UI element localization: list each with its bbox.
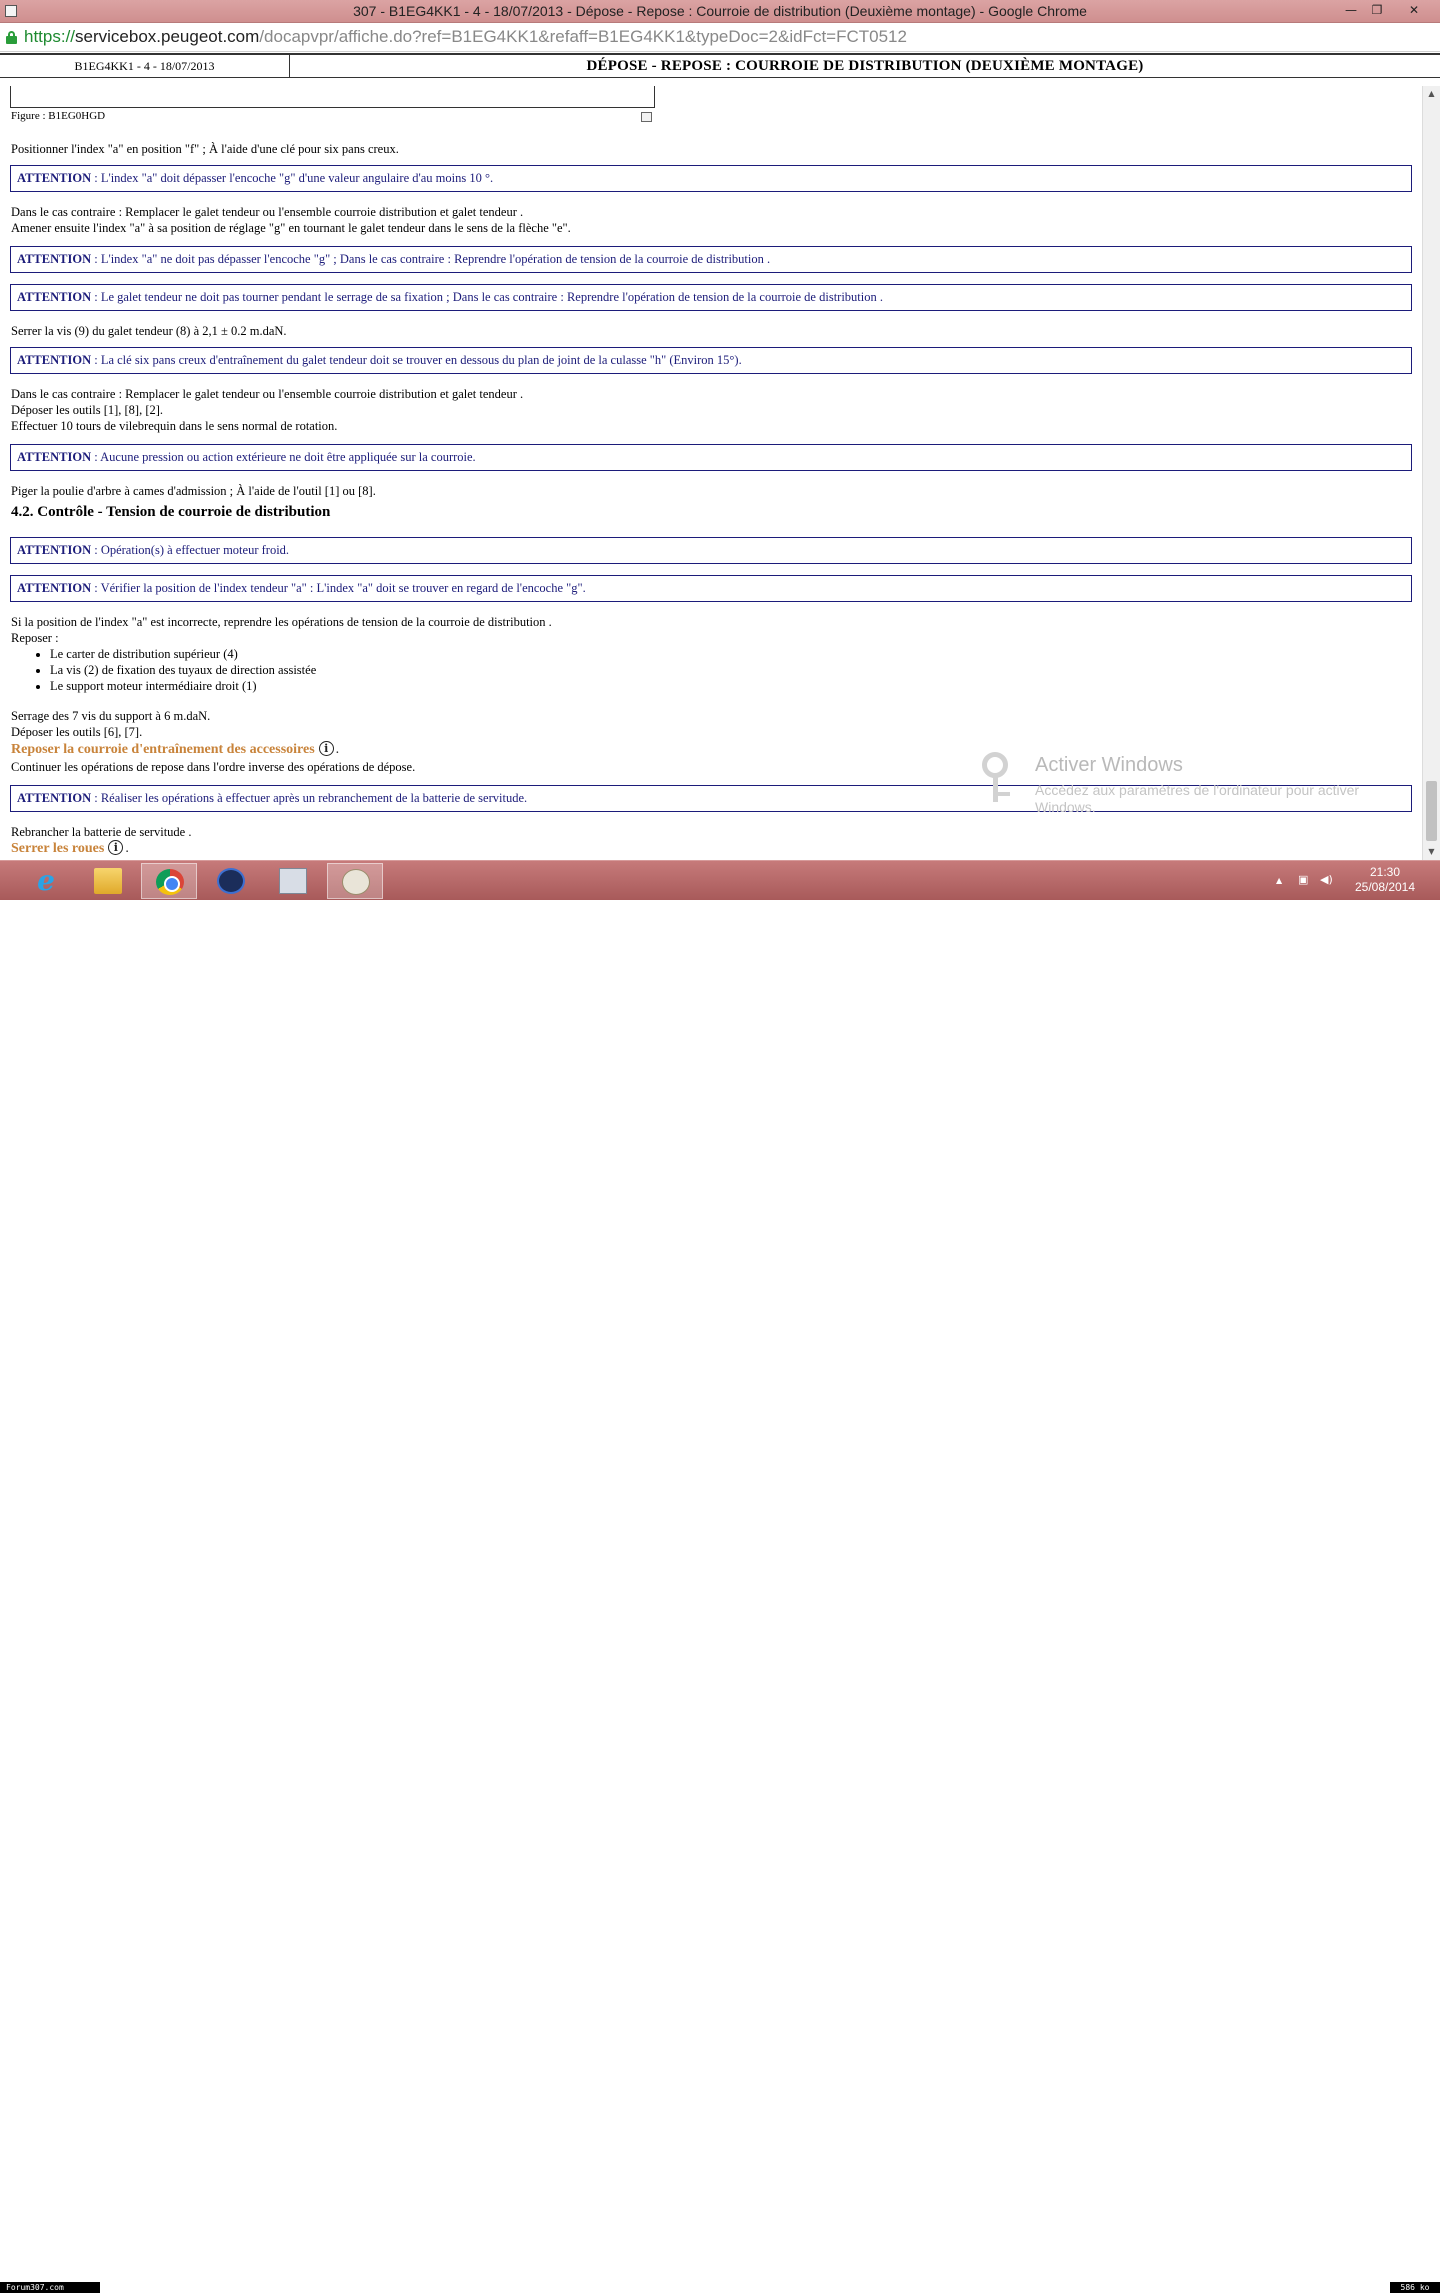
instruction-text: Reposer :: [11, 631, 59, 645]
instruction-text: Dans le cas contraire : Remplacer le gal…: [11, 387, 524, 401]
attention-text: : Opération(s) à effectuer moteur froid.: [91, 543, 290, 557]
attention-label: ATTENTION: [17, 290, 92, 304]
instruction-text: Si la position de l'index "a" est incorr…: [11, 615, 552, 629]
window-title: 307 - B1EG4KK1 - 4 - 18/07/2013 - Dépose…: [353, 3, 1087, 19]
list-item: Le carter de distribution supérieur (4): [50, 646, 316, 662]
scroll-up-arrow-icon[interactable]: ▲: [1423, 86, 1440, 102]
system-clock[interactable]: 21:30 25/08/2014: [1340, 865, 1430, 895]
paint-icon: [342, 869, 370, 895]
network-icon[interactable]: ▣: [1298, 873, 1308, 886]
document-reference: B1EG4KK1 - 4 - 18/07/2013: [0, 55, 290, 77]
document-content: Figure : B1EG0HGD Positionner l'index "a…: [0, 86, 1422, 860]
forum-watermark: Forum307.com: [0, 2282, 100, 2293]
lock-icon[interactable]: [6, 31, 17, 44]
taskbar-paint[interactable]: [327, 863, 383, 899]
attention-text: : Vérifier la position de l'index tendeu…: [91, 581, 586, 595]
document-header: B1EG4KK1 - 4 - 18/07/2013 DÉPOSE - REPOS…: [0, 53, 1440, 78]
attention-text: : L'index "a" ne doit pas dépasser l'enc…: [91, 252, 771, 266]
instruction-text: Amener ensuite l'index "a" à sa position…: [11, 221, 571, 235]
scrollbar-thumb[interactable]: [1426, 781, 1437, 841]
attention-label: ATTENTION: [17, 791, 92, 805]
url-text[interactable]: https://servicebox.peugeot.com/docapvpr/…: [24, 27, 907, 47]
taskbar-calculator[interactable]: [265, 863, 321, 899]
attention-label: ATTENTION: [17, 252, 92, 266]
close-button[interactable]: ✕: [1398, 0, 1430, 20]
repose-list: Le carter de distribution supérieur (4) …: [50, 646, 316, 694]
instruction-text: Continuer les opérations de repose dans …: [11, 760, 416, 774]
attention-label: ATTENTION: [17, 450, 92, 464]
attention-text: : L'index "a" doit dépasser l'encoche "g…: [91, 171, 494, 185]
attention-label: ATTENTION: [17, 543, 92, 557]
clock-time: 21:30: [1369, 865, 1401, 879]
attention-box: ATTENTION : L'index "a" doit dépasser l'…: [10, 165, 1412, 192]
instruction-text: Serrer la vis (9) du galet tendeur (8) à…: [11, 324, 287, 338]
attention-label: ATTENTION: [17, 581, 92, 595]
attention-text: : Réaliser les opérations à effectuer ap…: [91, 791, 528, 805]
instruction-text: Positionner l'index "a" en position "f" …: [11, 142, 399, 156]
chrome-icon: [156, 869, 184, 895]
window-title-bar: 307 - B1EG4KK1 - 4 - 18/07/2013 - Dépose…: [0, 0, 1440, 23]
section-heading: 4.2. Contrôle - Tension de courroie de d…: [11, 504, 331, 520]
instruction-text: Serrage des 7 vis du support à 6 m.daN.: [11, 709, 211, 723]
internet-explorer-icon: e: [37, 864, 55, 897]
attention-box: ATTENTION : Vérifier la position de l'in…: [10, 575, 1412, 602]
file-size-label: 586 ko: [1390, 2282, 1440, 2293]
url-scheme: https://: [24, 27, 76, 46]
taskbar-file-explorer[interactable]: [80, 863, 136, 899]
info-icon[interactable]: i: [108, 840, 124, 855]
taskbar-internet-explorer[interactable]: e: [18, 863, 74, 899]
scroll-down-arrow-icon[interactable]: ▼: [1423, 844, 1440, 860]
attention-label: ATTENTION: [17, 353, 92, 367]
clock-date: 25/08/2014: [1354, 880, 1416, 894]
attention-box: ATTENTION : Opération(s) à effectuer mot…: [10, 537, 1412, 564]
instruction-text: Dans le cas contraire : Remplacer le gal…: [11, 205, 524, 219]
attention-box: ATTENTION : Le galet tendeur ne doit pas…: [10, 284, 1412, 311]
taskbar: e ▲ ▣ ◀) 21:30 25/08/2014: [0, 860, 1440, 900]
list-item: Le support moteur intermédiaire droit (1…: [50, 678, 316, 694]
instruction-text: Déposer les outils [6], [7].: [11, 725, 143, 739]
attention-label: ATTENTION: [17, 171, 92, 185]
vertical-scrollbar[interactable]: ▲ ▼: [1422, 86, 1440, 860]
link-text[interactable]: Reposer la courroie d'entraînement des a…: [11, 742, 315, 757]
link-reposer-courroie-accessoires[interactable]: Reposer la courroie d'entraînement des a…: [11, 741, 339, 758]
file-explorer-icon: [94, 868, 122, 894]
ccleaner-icon: [217, 868, 245, 894]
attention-text: : Aucune pression ou action extérieure n…: [91, 450, 476, 464]
link-text[interactable]: Serrer les roues: [11, 841, 104, 856]
info-icon[interactable]: i: [318, 741, 334, 756]
attention-box: ATTENTION : L'index "a" ne doit pas dépa…: [10, 246, 1412, 273]
tray-chevron-icon[interactable]: ▲: [1276, 876, 1282, 885]
volume-icon[interactable]: ◀): [1320, 873, 1333, 886]
list-item: La vis (2) de fixation des tuyaux de dir…: [50, 662, 316, 678]
instruction-text: Rebrancher la batterie de servitude .: [11, 825, 192, 839]
document-title: DÉPOSE - REPOSE : COURROIE DE DISTRIBUTI…: [586, 58, 1144, 74]
address-bar[interactable]: https://servicebox.peugeot.com/docapvpr/…: [0, 23, 1440, 52]
instruction-text: Déposer les outils [1], [8], [2].: [11, 403, 164, 417]
link-serrer-roues[interactable]: Serrer les roues i.: [11, 840, 129, 857]
attention-box: ATTENTION : La clé six pans creux d'entr…: [10, 347, 1412, 374]
attention-text: : Le galet tendeur ne doit pas tourner p…: [91, 290, 883, 304]
figure-caption: Figure : B1EG0HGD: [11, 110, 106, 122]
url-host: servicebox.peugeot.com: [75, 27, 260, 46]
restore-button[interactable]: ❐: [1362, 0, 1392, 20]
attention-box: ATTENTION : Aucune pression ou action ex…: [10, 444, 1412, 471]
taskbar-chrome[interactable]: [141, 863, 197, 899]
instruction-text: Piger la poulie d'arbre à cames d'admiss…: [11, 484, 376, 498]
attention-box: ATTENTION : Réaliser les opérations à ef…: [10, 785, 1412, 812]
taskbar-ccleaner[interactable]: [203, 863, 259, 899]
attention-text: : La clé six pans creux d'entraînement d…: [91, 353, 742, 367]
calculator-icon: [279, 868, 307, 894]
instruction-text: Effectuer 10 tours de vilebrequin dans l…: [11, 419, 338, 433]
figure-frame: [10, 86, 655, 108]
print-figure-icon[interactable]: [641, 112, 652, 122]
url-path: /docapvpr/affiche.do?ref=B1EG4KK1&refaff…: [259, 27, 907, 46]
